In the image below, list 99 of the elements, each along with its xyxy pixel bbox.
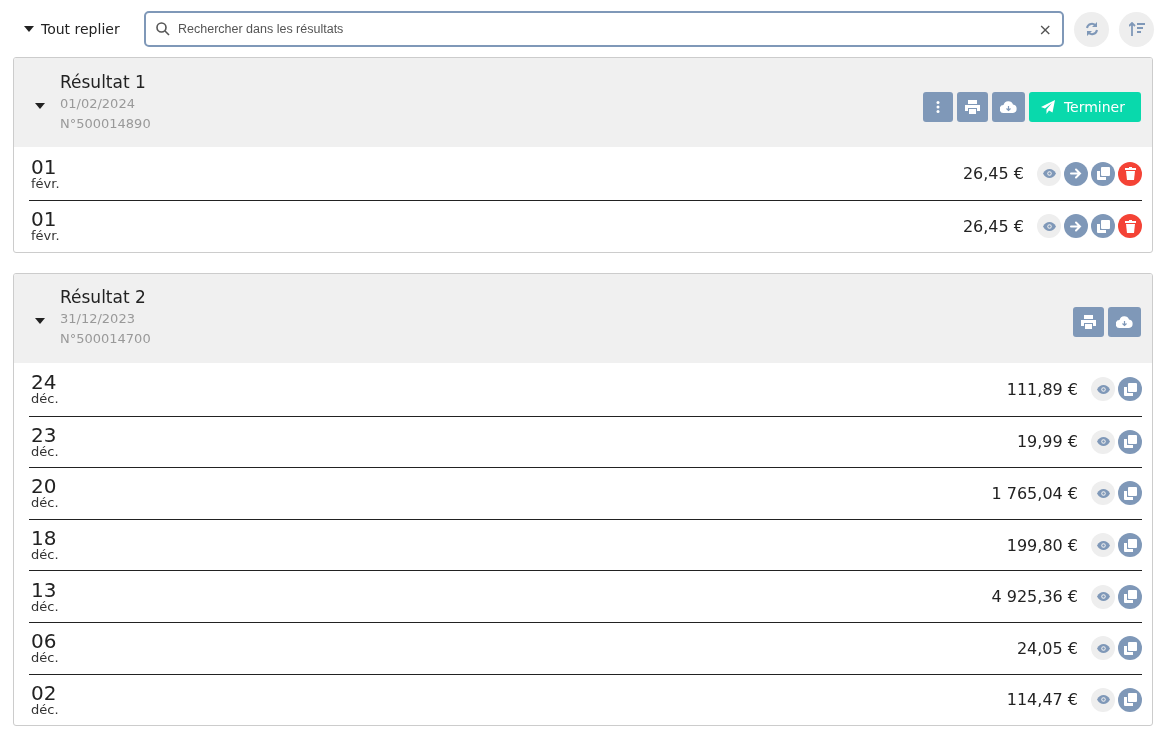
sort-icon <box>1128 22 1145 36</box>
day-number: 24 <box>31 372 57 393</box>
day-number: 13 <box>31 579 57 600</box>
duplicate-button[interactable] <box>1118 584 1142 609</box>
refresh-icon <box>1084 22 1099 36</box>
eye-icon <box>1096 437 1110 447</box>
forward-button[interactable] <box>1064 161 1088 186</box>
eye-icon <box>1096 643 1110 653</box>
eye-icon <box>1042 221 1056 231</box>
caret-down-icon <box>35 318 45 325</box>
copy-icon <box>1096 167 1110 180</box>
day-number: 01 <box>31 156 57 177</box>
month-label: déc. <box>31 444 59 459</box>
view-button[interactable] <box>1091 584 1115 609</box>
duplicate-button[interactable] <box>1118 429 1142 454</box>
result-number: N°500014700 <box>60 330 152 349</box>
amount: 19,99 € <box>1015 432 1078 452</box>
more-button[interactable] <box>922 91 953 122</box>
amount: 114,47 € <box>1005 690 1078 710</box>
duplicate-button[interactable] <box>1118 533 1142 558</box>
refresh-button[interactable] <box>1074 11 1109 47</box>
cloud-download-icon <box>999 100 1017 113</box>
day-number: 23 <box>31 424 57 445</box>
view-button[interactable] <box>1037 161 1061 186</box>
download-button[interactable] <box>991 91 1025 122</box>
eye-icon <box>1096 489 1110 498</box>
copy-icon <box>1123 382 1137 396</box>
month-label: déc. <box>31 702 59 717</box>
month-label: déc. <box>31 496 59 511</box>
search-icon <box>156 22 170 36</box>
caret-down-icon <box>24 26 34 32</box>
cloud-download-icon <box>1116 316 1133 329</box>
eye-icon <box>1096 540 1110 550</box>
caret-down-icon <box>35 102 45 109</box>
result-date: 31/12/2023 <box>60 310 136 329</box>
download-button[interactable] <box>1108 307 1141 338</box>
day-number: 06 <box>31 631 57 652</box>
copy-icon <box>1123 487 1137 500</box>
clear-button[interactable]: × <box>1038 19 1052 39</box>
trash-icon <box>1124 219 1136 233</box>
month-label: févr. <box>31 229 60 244</box>
duplicate-button[interactable] <box>1091 214 1115 239</box>
amount: 24,05 € <box>1015 638 1078 658</box>
amount: 4 925,36 € <box>990 587 1078 607</box>
trash-icon <box>1124 167 1136 180</box>
copy-icon <box>1096 219 1110 233</box>
printer-icon <box>964 99 980 114</box>
view-button[interactable] <box>1091 533 1115 558</box>
eye-icon <box>1042 169 1056 178</box>
view-button[interactable] <box>1091 636 1115 661</box>
view-button[interactable] <box>1091 429 1115 454</box>
day-number: 01 <box>31 209 57 230</box>
duplicate-button[interactable] <box>1091 161 1115 186</box>
amount: 26,45 € <box>961 164 1024 183</box>
paper-plane-icon <box>1040 99 1055 114</box>
eye-icon <box>1096 695 1110 705</box>
month-label: déc. <box>31 599 59 614</box>
delete-button[interactable] <box>1118 161 1142 186</box>
eye-icon <box>1096 384 1110 394</box>
copy-icon <box>1123 590 1137 604</box>
view-button[interactable] <box>1037 214 1061 239</box>
eye-icon <box>1096 592 1110 602</box>
duplicate-button[interactable] <box>1118 481 1142 506</box>
amount: 111,89 € <box>1005 379 1078 399</box>
search-field[interactable]: Rechercher dans les résultats × <box>144 11 1064 47</box>
duplicate-button[interactable] <box>1118 636 1142 661</box>
copy-icon <box>1123 641 1137 655</box>
month-label: déc. <box>31 651 59 666</box>
result-number: N°500014890 <box>60 114 152 133</box>
forward-button[interactable] <box>1064 214 1088 239</box>
result-title: Résultat 1 <box>60 71 147 92</box>
more-vertical-icon <box>935 100 940 113</box>
copy-icon <box>1123 435 1137 449</box>
arrow-right-icon <box>1070 220 1082 232</box>
arrow-right-icon <box>1070 168 1082 179</box>
printer-icon <box>1081 315 1096 330</box>
sort-button[interactable] <box>1119 11 1154 47</box>
delete-button[interactable] <box>1118 214 1142 239</box>
amount: 1 765,04 € <box>990 484 1078 503</box>
print-button[interactable] <box>1073 307 1104 338</box>
print-button[interactable] <box>956 91 988 122</box>
copy-icon <box>1123 538 1137 552</box>
month-label: déc. <box>31 548 59 563</box>
copy-icon <box>1123 693 1137 707</box>
day-number: 18 <box>31 528 57 549</box>
view-button[interactable] <box>1091 687 1115 712</box>
amount: 26,45 € <box>961 216 1024 236</box>
amount: 199,80 € <box>1005 535 1078 555</box>
view-button[interactable] <box>1091 481 1115 506</box>
collapse-all-button[interactable]: Tout replier <box>24 21 134 37</box>
day-number: 20 <box>31 476 57 497</box>
view-button[interactable] <box>1091 377 1115 402</box>
result-title: Résultat 2 <box>60 287 147 308</box>
result-date: 01/02/2024 <box>60 94 136 113</box>
month-label: déc. <box>31 392 59 407</box>
duplicate-button[interactable] <box>1118 687 1142 712</box>
duplicate-button[interactable] <box>1118 377 1142 402</box>
month-label: févr. <box>31 176 60 191</box>
day-number: 02 <box>31 682 57 703</box>
